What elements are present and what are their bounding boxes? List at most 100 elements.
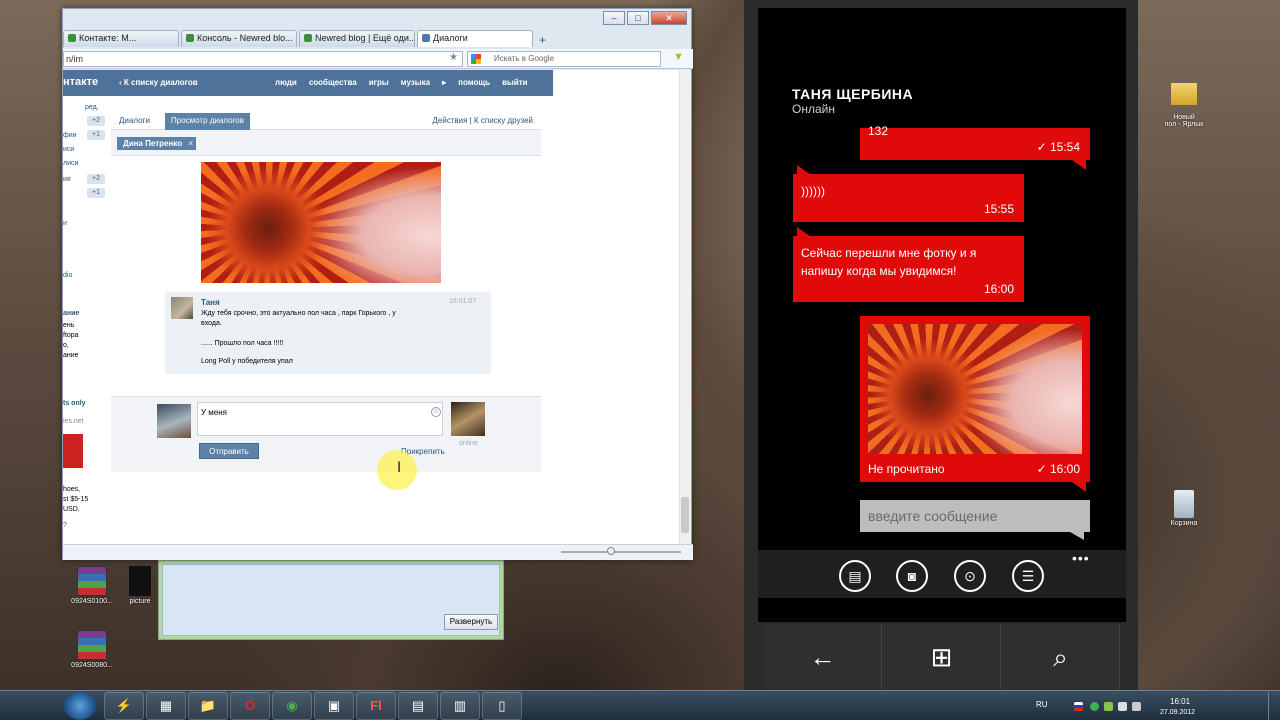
tray-app-icon[interactable] [1090,702,1099,711]
taskbar-app[interactable]: ▤ [398,692,438,720]
sidebar-ad-domain: ies.net [63,418,84,425]
expand-button[interactable]: Развернуть [444,614,498,630]
tab-view-dialogs[interactable]: Просмотр диалогов [165,113,250,130]
menu-music[interactable]: музыка [401,78,430,87]
address-bar[interactable]: n/im [63,51,463,67]
clock-date[interactable]: 27.09.2012 [1160,709,1195,716]
clock-time[interactable]: 16:01 [1170,697,1190,706]
message-text: Long Poll у победителя упал [201,358,293,365]
phone-app-bar [758,550,1126,598]
contact-status: Онлайн [792,102,835,116]
tab-dialogs[interactable]: Диалоги [417,30,533,47]
ad-image[interactable] [63,434,83,468]
avatar[interactable] [451,402,485,436]
location-icon[interactable]: ⊙ [954,560,986,592]
desktop-icon-trash[interactable]: Корзина [1154,490,1214,527]
counter-badge: +2 [87,116,105,126]
start-button[interactable] [64,692,96,720]
bubble-text: )))))) [801,184,825,198]
network-icon[interactable] [1118,702,1127,711]
menu-communities[interactable]: сообщества [309,78,357,87]
message-input[interactable]: У меня [197,402,443,436]
browser-window[interactable]: – □ ✕ Контакте: М... Консоль - Newred bl… [62,8,693,560]
bookmark-star-icon[interactable]: ★ [449,52,458,63]
winrar-icon [77,566,107,596]
contact-name: ТАНЯ ЩЕРБИНА [792,86,914,102]
counter-badge: +1 [87,130,105,140]
message-author[interactable]: Таня [201,298,220,307]
taskbar-folder[interactable]: 📁 [188,692,228,720]
send-button[interactable]: Отправить [199,443,259,459]
menu-games[interactable]: игры [369,78,389,87]
windows-icon[interactable]: ⊞ [883,624,1001,690]
taskbar-app[interactable]: ▣ [314,692,354,720]
taskbar-app[interactable]: ▥ [440,692,480,720]
zoom-slider-handle[interactable] [607,547,615,555]
sidebar-item[interactable]: фии [63,132,77,139]
sidebar-item[interactable]: ? [63,522,67,529]
attached-photo[interactable] [201,162,441,283]
sidebar-item[interactable]: ред. [85,104,99,111]
close-icon[interactable]: × [188,137,193,150]
more-icon[interactable]: ••• [1072,550,1090,566]
sidebar-item[interactable]: лиси [63,160,78,167]
flag-icon[interactable] [1074,702,1083,711]
desktop-icon-new-folder[interactable]: Новый пол - Ярлык [1154,72,1214,128]
back-to-dialogs-link[interactable]: ‹ К списку диалогов [119,78,198,87]
minimize-button[interactable]: – [603,11,625,25]
chat-icon[interactable]: ▤ [839,560,871,592]
desktop-icon-archive-2[interactable]: 0924S0080... [62,630,122,669]
menu-people[interactable]: люди [275,78,297,87]
taskbar-phone-emulator[interactable]: ▯ [482,692,522,720]
taskbar-flash[interactable]: Fl [356,692,396,720]
maximize-button[interactable]: □ [627,11,649,25]
chat-photo[interactable] [868,324,1082,454]
sidebar-ad-title[interactable]: ание [63,310,79,317]
scrollbar-thumb[interactable] [681,497,689,533]
tab-console[interactable]: Консоль - Newred blo... [181,30,297,47]
camera-icon[interactable]: ◙ [896,560,928,592]
zoom-slider[interactable] [561,551,681,553]
navigation-bar: n/im ★ Искать в Google ▼ [63,49,693,69]
input-tail [1070,532,1084,540]
new-tab-button[interactable]: + [539,33,546,47]
favicon-icon [422,34,430,42]
sidebar-item[interactable]: и [63,220,67,227]
menu-logout[interactable]: выйти [502,78,528,87]
language-indicator[interactable]: RU [1036,700,1048,709]
chat-bubble-incoming[interactable]: Сейчас перешли мне фотку и я напишу когд… [793,227,1024,302]
list-icon[interactable]: ☰ [1012,560,1044,592]
tab-dialogs-list[interactable]: Диалоги [119,116,150,125]
tab-newred-blog[interactable]: Newred blog | Ещё оди... [299,30,415,47]
phone-message-input[interactable]: введите сообщение [860,500,1090,532]
vk-logo[interactable]: нтакте [63,76,98,88]
sidebar-item[interactable]: dio [63,272,72,279]
close-button[interactable]: ✕ [651,11,687,25]
tray-app-icon[interactable] [1104,702,1113,711]
check-icon: ✓ [1036,140,1047,154]
sidebar-ad-title[interactable]: ts only [63,400,86,407]
recipient-chip[interactable]: Дина Петренко × [117,137,197,150]
taskbar-app[interactable]: ▦ [146,692,186,720]
emoji-icon[interactable]: ☺ [431,407,441,417]
avatar[interactable] [157,404,191,438]
search-input[interactable]: Искать в Google [467,51,661,67]
taskbar-opera[interactable]: O [230,692,270,720]
volume-icon[interactable] [1132,702,1141,711]
search-icon[interactable]: ⌕ [1002,624,1120,690]
play-icon[interactable]: ▸ [442,78,446,87]
tab-vkontakte[interactable]: Контакте: М... [63,30,179,47]
show-desktop-button[interactable] [1268,692,1280,720]
dialog-actions-link[interactable]: Действия | К списку друзей [432,116,533,125]
sidebar-item[interactable]: ия [63,176,71,183]
menu-help[interactable]: помощь [458,78,490,87]
taskbar-chrome[interactable]: ◉ [272,692,312,720]
taskbar-app[interactable]: ⚡ [104,692,144,720]
sidebar-item[interactable]: иси [63,146,74,153]
chat-bubble-outgoing[interactable]: 132 ✓ 15:54 [860,124,1090,170]
back-icon[interactable]: ← [764,624,882,690]
download-icon[interactable]: ▼ [673,51,684,63]
avatar[interactable] [171,297,193,319]
chat-bubble-incoming[interactable]: )))))) 15:55 [793,165,1024,222]
scrollbar[interactable] [679,70,691,544]
